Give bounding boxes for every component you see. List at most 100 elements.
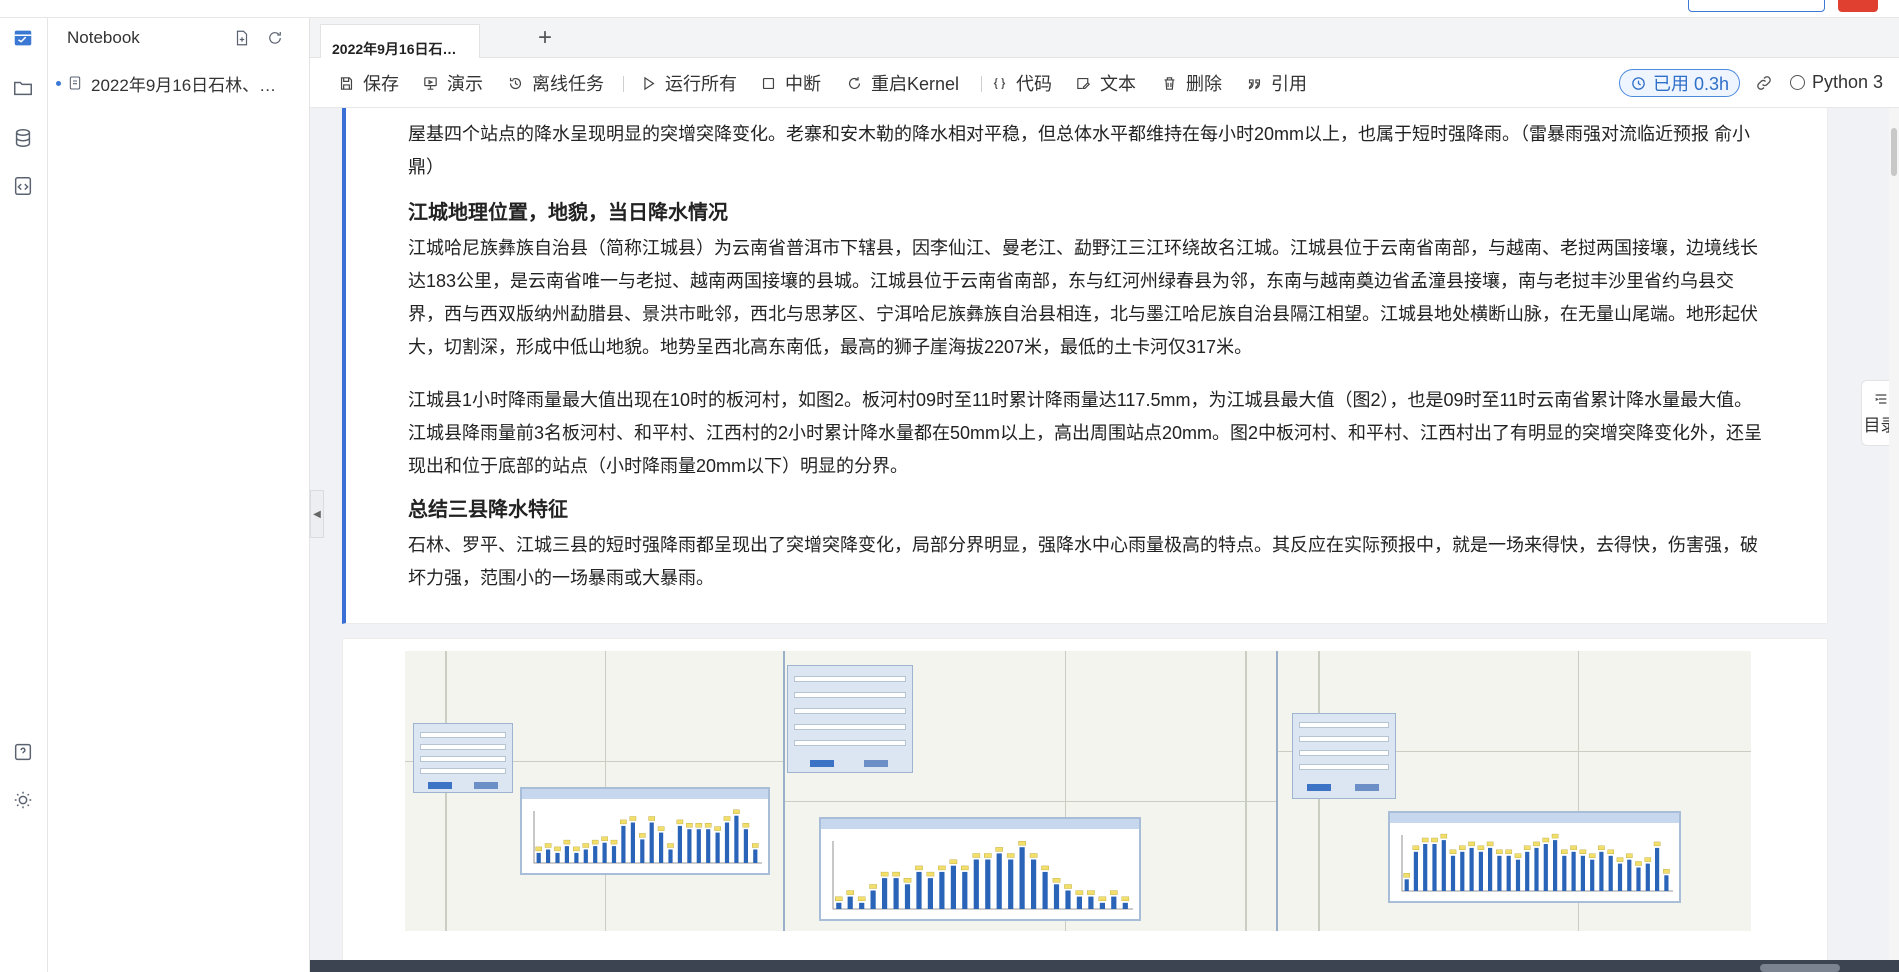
bar-value-tag — [620, 819, 627, 825]
rain-bar — [1534, 847, 1539, 891]
folder-icon[interactable] — [9, 74, 37, 102]
save-button[interactable]: 保存 — [338, 72, 399, 94]
bar-value-tag — [1440, 833, 1448, 839]
interrupt-button[interactable]: 中断 — [760, 72, 821, 94]
rain-bar-chart-2 — [832, 840, 1133, 910]
map-panel-jiangcheng — [1278, 651, 1751, 931]
rain-bar — [1065, 890, 1071, 909]
rain-bar — [1497, 855, 1502, 891]
rain-bar — [985, 859, 991, 909]
bar-value-tag — [573, 846, 580, 852]
rain-bar — [546, 849, 551, 863]
query-dialog — [413, 723, 513, 793]
top-outline-button[interactable] — [1688, 0, 1825, 12]
rain-bar — [1515, 859, 1521, 891]
kernel-status[interactable]: Python 3 — [1790, 72, 1883, 93]
scrollbar-thumb[interactable] — [1891, 128, 1897, 176]
bar-value-tag — [1029, 853, 1038, 858]
notebook-content: ◀ 屋基四个站点的降水呈现明显的突增突降变化。老寨和安木勒的降水相对平稳，但总体… — [310, 108, 1899, 960]
heading-summary: 总结三县降水特征 — [408, 499, 568, 521]
theme-icon[interactable] — [9, 786, 37, 814]
rain-bar — [962, 871, 968, 909]
rain-bar — [753, 849, 758, 863]
delete-button[interactable]: 删除 — [1161, 72, 1222, 94]
rain-chart-window-2 — [819, 817, 1141, 921]
image-cell[interactable] — [342, 638, 1828, 960]
run-all-button[interactable]: 运行所有 — [640, 72, 737, 94]
window-top-strip — [0, 0, 1899, 18]
bar-value-tag — [1052, 878, 1061, 883]
bar-value-tag — [938, 865, 946, 871]
summary-paragraph: 石林、罗平、江城三县的短时强降雨都呈现出了突增突降变化，局部分界明显，强降水中心… — [408, 535, 1758, 588]
bar-value-tag — [742, 823, 750, 828]
bar-value-tag — [1412, 845, 1420, 850]
rain-bar — [1599, 851, 1604, 891]
bar-value-tag — [610, 839, 618, 845]
bar-value-tag — [1505, 849, 1512, 854]
rain-bar — [611, 846, 617, 863]
refresh-icon[interactable] — [263, 26, 287, 50]
rain-bar — [893, 878, 899, 909]
rain-bar — [1053, 884, 1060, 909]
bottom-scrollbar[interactable] — [310, 960, 1899, 972]
stop-icon — [762, 77, 775, 89]
add-text-button[interactable]: 文本 — [1075, 72, 1136, 94]
link-icon[interactable] — [1755, 74, 1773, 92]
bar-value-tag — [1121, 896, 1130, 902]
rain-bar — [602, 842, 607, 863]
rain-bar — [1423, 844, 1428, 891]
help-icon[interactable] — [9, 738, 37, 766]
present-button[interactable]: 演示 — [422, 72, 483, 94]
rain-bar — [939, 871, 945, 909]
activity-rail — [0, 18, 48, 972]
rain-bar-chart-3 — [1401, 833, 1673, 892]
rain-bar — [706, 829, 711, 863]
code-file-icon[interactable] — [9, 172, 37, 200]
markdown-cell[interactable]: 屋基四个站点的降水呈现明显的突增突降变化。老寨和安木勒的降水相对平稳，但总体水平… — [342, 108, 1828, 624]
bar-value-tag — [1496, 849, 1503, 854]
rain-bar — [1441, 840, 1446, 891]
rain-bar — [715, 832, 720, 863]
restart-kernel-button[interactable]: 重启Kernel — [846, 72, 959, 94]
vertical-scrollbar[interactable] — [1889, 108, 1899, 960]
rain-bar — [630, 822, 635, 863]
collapse-panel-handle[interactable]: ◀ — [310, 490, 324, 538]
rain-paragraph: 江城县1小时降雨量最大值出现在10时的板河村，如图2。板河村09时至11时累计降… — [408, 390, 1763, 476]
cite-button[interactable]: 引用 — [1246, 72, 1307, 94]
database-icon[interactable] — [9, 124, 37, 152]
file-item[interactable]: 2022年9月16日石林、… — [56, 70, 304, 96]
notebook-icon[interactable] — [9, 24, 37, 52]
new-file-icon[interactable] — [230, 26, 254, 50]
quote-icon — [1248, 78, 1261, 89]
bar-value-tag — [601, 836, 608, 841]
offline-task-icon — [509, 77, 522, 89]
bar-value-tag — [686, 823, 693, 828]
bar-value-tag — [1403, 873, 1411, 878]
top-red-button[interactable] — [1838, 0, 1878, 12]
bar-value-tag — [1533, 841, 1540, 847]
tab-notebook[interactable]: 2022年9月16日石… — [320, 24, 480, 58]
bar-value-tag — [949, 859, 958, 864]
notebook-panel: Notebook 2022年9月16日石林、… — [48, 18, 310, 972]
add-code-button[interactable]: 代码 — [991, 72, 1052, 94]
rain-bar — [1571, 851, 1576, 891]
rain-bar — [1076, 896, 1082, 909]
bar-value-tag — [1616, 857, 1624, 862]
add-tab-icon[interactable]: + — [538, 26, 552, 50]
rain-bar — [677, 825, 682, 863]
usage-badge[interactable]: 已用 0.3h — [1619, 69, 1741, 97]
rain-bar — [1553, 840, 1558, 891]
offline-task-button[interactable]: 离线任务 — [507, 72, 604, 94]
query-dialog — [1292, 713, 1396, 799]
bar-value-tag — [695, 823, 703, 828]
bar-value-tag — [846, 890, 855, 895]
bar-value-tag — [1607, 849, 1615, 854]
rain-bar — [1450, 855, 1456, 891]
bar-value-tag — [1098, 896, 1107, 902]
rain-bar — [1413, 851, 1418, 891]
bar-value-tag — [1663, 869, 1670, 874]
horizontal-scroll-thumb[interactable] — [1760, 964, 1840, 972]
rain-bar — [996, 853, 1002, 909]
rain-bar — [1562, 855, 1567, 891]
rain-bar — [859, 902, 865, 909]
